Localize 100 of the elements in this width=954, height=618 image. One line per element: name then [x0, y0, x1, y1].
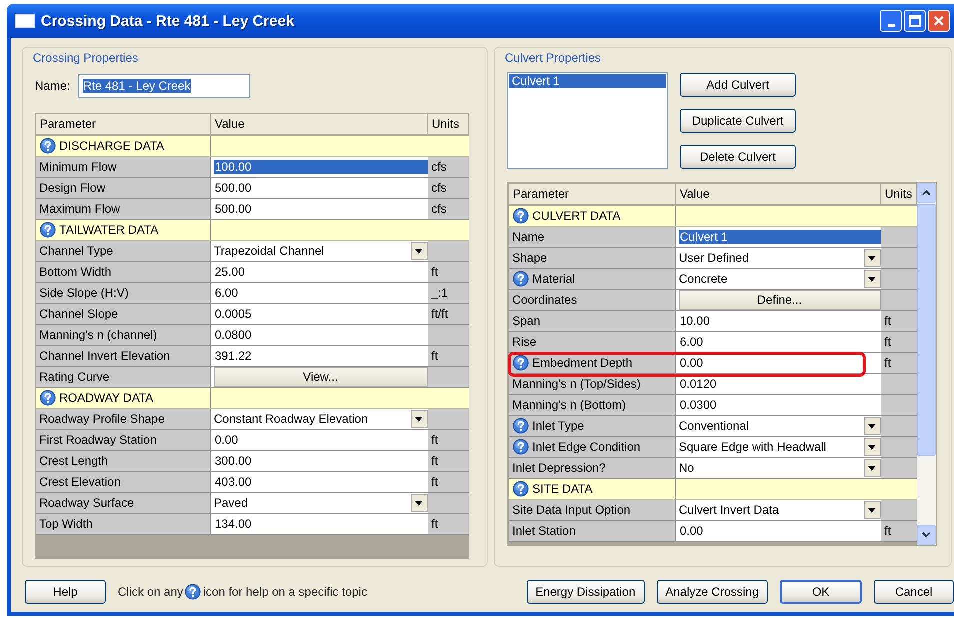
parameter-cell: Inlet Station	[508, 520, 676, 542]
value-text: 0.0005	[214, 307, 253, 321]
value-field[interactable]: 134.00	[210, 514, 428, 534]
units-cell: ft	[880, 332, 917, 352]
dropdown-field[interactable]: Conventional	[676, 416, 880, 436]
dropdown-field[interactable]: Square Edge with Headwall	[676, 436, 880, 458]
dialog-button[interactable]: Cancel	[874, 580, 954, 604]
units-cell: _:1	[428, 282, 468, 304]
parameter-cell: Roadway Profile Shape	[36, 408, 210, 430]
units-cell: ft	[880, 310, 917, 332]
value-field[interactable]: 0.00	[210, 430, 428, 450]
parameter-cell: Channel Invert Elevation	[36, 346, 210, 366]
value-field[interactable]: 10.00	[676, 310, 880, 332]
dropdown-field[interactable]: Culvert Invert Data	[676, 500, 880, 520]
parameter-cell: Inlet Depression?	[508, 458, 676, 478]
units-cell: ft	[428, 346, 468, 366]
parameter-cell: Roadway Surface	[36, 492, 210, 514]
window-title: Crossing Data - Rte 481 - Ley Creek	[41, 12, 296, 30]
dropdown-value: Square Edge with Headwall	[679, 440, 826, 454]
value-field[interactable]: Culvert 1	[676, 226, 880, 248]
value-field[interactable]: 500.00	[210, 198, 428, 220]
dropdown-field[interactable]: Concrete	[676, 268, 880, 290]
value-text: 403.00	[214, 475, 253, 489]
units-cell: ft	[428, 514, 468, 534]
help-button[interactable]: Help	[25, 580, 106, 604]
dropdown-field[interactable]: User Defined	[676, 248, 880, 268]
value-field[interactable]: 500.00	[210, 178, 428, 198]
dropdown-value: No	[679, 461, 694, 475]
parameter-cell: Span	[508, 310, 676, 332]
dropdown-value: Constant Roadway Elevation	[214, 412, 368, 426]
value-field[interactable]: 6.00	[210, 282, 428, 304]
value-text: Culvert 1	[679, 230, 880, 244]
parameter-cell: Design Flow	[36, 178, 210, 198]
parameter-label: Inlet Type	[532, 419, 584, 433]
parameter-cell: Minimum Flow	[36, 156, 210, 178]
value-field[interactable]: 403.00	[210, 472, 428, 492]
units-cell: ft	[880, 520, 917, 542]
dropdown-field[interactable]: No	[676, 458, 880, 478]
dropdown-field[interactable]: Constant Roadway Elevation	[210, 408, 428, 430]
value-text: 0.00	[679, 524, 704, 538]
dialog-button[interactable]: OK	[780, 580, 862, 604]
parameter-cell: Channel Slope	[36, 304, 210, 324]
parameter-cell: Shape	[508, 248, 676, 268]
column-header: Value	[676, 184, 880, 205]
value-text: 0.0300	[679, 398, 718, 412]
value-text: 0.0800	[214, 328, 253, 342]
column-header: Parameter	[36, 114, 210, 135]
section-title: DISCHARGE DATA	[60, 139, 164, 153]
culvert-button[interactable]: Add Culvert	[680, 73, 796, 97]
section-title: TAILWATER DATA	[60, 223, 159, 237]
units-cell: cfs	[428, 156, 468, 178]
dropdown-field[interactable]: Trapezoidal Channel	[210, 240, 428, 262]
value-field[interactable]: 100.00	[210, 156, 428, 178]
name-field[interactable]: Rte 481 - Ley Creek	[78, 74, 250, 98]
value-field[interactable]: 0.0005	[210, 304, 428, 324]
value-field[interactable]: 0.0300	[676, 394, 880, 416]
value-text: 6.00	[214, 286, 240, 300]
dropdown-value: Concrete	[679, 272, 728, 286]
value-field[interactable]: 25.00	[210, 262, 428, 282]
column-header: Value	[210, 114, 428, 135]
section-title: ROADWAY DATA	[60, 391, 154, 405]
parameter-cell: Crest Length	[36, 450, 210, 472]
parameter-cell: Rise	[508, 332, 676, 352]
dialog-button[interactable]: Analyze Crossing	[656, 580, 768, 604]
dropdown-field[interactable]: Paved	[210, 492, 428, 514]
dialog-button[interactable]: Energy Dissipation	[526, 580, 645, 604]
value-text: 500.00	[214, 202, 253, 216]
value-text: 6.00	[679, 335, 704, 349]
dropdown-value: Culvert Invert Data	[679, 503, 780, 517]
name-label: Name:	[35, 79, 70, 93]
cell-button[interactable]: Define...	[679, 290, 880, 310]
value-field[interactable]: 300.00	[210, 450, 428, 472]
value-field[interactable]: 0.0800	[210, 324, 428, 346]
parameter-cell: Site Data Input Option	[508, 500, 676, 520]
hint-text: Click on any	[118, 585, 184, 599]
value-text: 100.00	[214, 160, 428, 174]
parameter-label: Material	[532, 272, 576, 286]
value-field[interactable]: 6.00	[676, 332, 880, 352]
column-header: Units	[428, 114, 468, 135]
parameter-cell: Manning's n (channel)	[36, 324, 210, 346]
hint-text: icon for help on a specific topic	[203, 585, 368, 599]
parameter-label: Embedment Depth	[532, 356, 633, 370]
value-field[interactable]: 391.22	[210, 346, 428, 366]
cell-button[interactable]: View...	[214, 367, 428, 386]
parameter-cell: Bottom Width	[36, 262, 210, 282]
parameter-cell: Manning's n (Bottom)	[508, 394, 676, 416]
parameter-cell: Maximum Flow	[36, 198, 210, 220]
culvert-list-item[interactable]: Culvert 1	[509, 74, 666, 88]
parameter-cell: Crest Elevation	[36, 472, 210, 492]
parameter-cell: Side Slope (H:V)	[36, 282, 210, 304]
dropdown-value: User Defined	[679, 251, 750, 265]
value-text: 0.00	[214, 433, 240, 447]
culvert-button[interactable]: Delete Culvert	[680, 145, 796, 169]
units-cell: cfs	[428, 178, 468, 198]
culvert-button[interactable]: Duplicate Culvert	[680, 109, 796, 133]
section-title: CULVERT DATA	[532, 209, 621, 223]
value-field[interactable]: 0.00	[676, 520, 880, 542]
parameter-cell: Rating Curve	[36, 366, 210, 388]
units-cell: ft	[880, 352, 917, 374]
column-header: Units	[880, 184, 917, 205]
